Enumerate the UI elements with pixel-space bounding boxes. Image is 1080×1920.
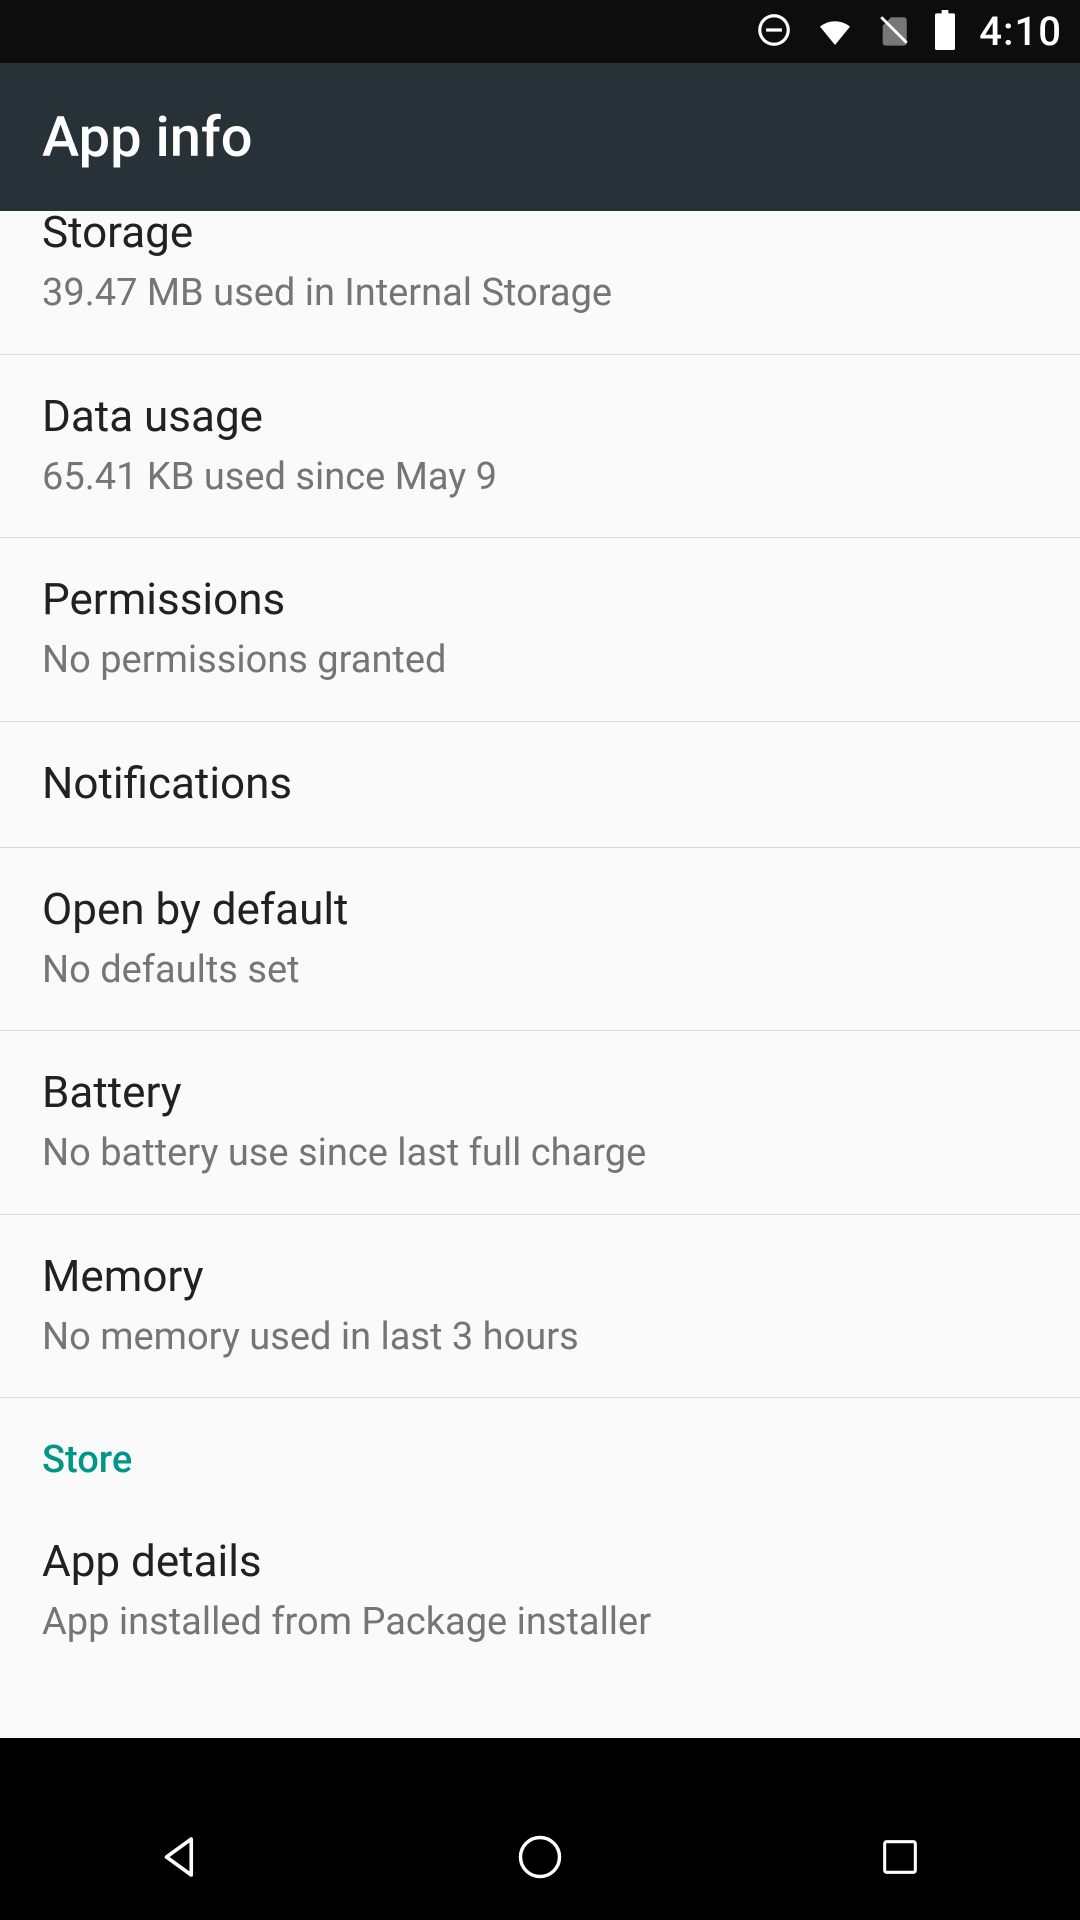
list-item-app-details[interactable]: App details App installed from Package i… (0, 1500, 1080, 1683)
list-item-battery[interactable]: Battery No battery use since last full c… (0, 1031, 1080, 1215)
item-subtitle: No memory used in last 3 hours (42, 1314, 1038, 1362)
item-title: Permissions (42, 572, 1038, 627)
nav-recent-button[interactable] (864, 1821, 936, 1893)
wifi-icon (815, 10, 855, 54)
item-subtitle: App installed from Package installer (42, 1599, 1038, 1647)
item-title: Data usage (42, 389, 1038, 444)
navigation-bar (0, 1794, 1080, 1920)
item-subtitle: 39.47 MB used in Internal Storage (42, 270, 1038, 318)
letterbox (0, 1738, 1080, 1794)
home-icon (514, 1831, 566, 1883)
list-item-data-usage[interactable]: Data usage 65.41 KB used since May 9 (0, 355, 1080, 539)
item-subtitle: No defaults set (42, 947, 1038, 995)
item-title: Open by default (42, 882, 1038, 937)
item-title: Notifications (42, 756, 1038, 811)
list-item-memory[interactable]: Memory No memory used in last 3 hours (0, 1215, 1080, 1399)
item-title: Memory (42, 1249, 1038, 1304)
list-item-open-by-default[interactable]: Open by default No defaults set (0, 848, 1080, 1032)
list-item-permissions[interactable]: Permissions No permissions granted (0, 538, 1080, 722)
section-label: Store (42, 1438, 1038, 1482)
recent-apps-icon (877, 1834, 923, 1880)
status-bar: 4:10 (0, 0, 1080, 63)
section-header-store: Store (0, 1398, 1080, 1500)
item-subtitle: 65.41 KB used since May 9 (42, 454, 1038, 502)
do-not-disturb-icon (755, 11, 793, 53)
status-clock: 4:10 (979, 8, 1062, 55)
battery-icon (933, 10, 957, 54)
app-bar: App info (0, 63, 1080, 211)
list-item-storage[interactable]: Storage 39.47 MB used in Internal Storag… (0, 211, 1080, 355)
item-title: Storage (42, 211, 1038, 260)
item-title: App details (42, 1534, 1038, 1589)
back-icon (153, 1830, 207, 1884)
page-title: App info (42, 104, 253, 170)
list-item-notifications[interactable]: Notifications (0, 722, 1080, 848)
nav-home-button[interactable] (504, 1821, 576, 1893)
nav-back-button[interactable] (144, 1821, 216, 1893)
item-title: Battery (42, 1065, 1038, 1120)
settings-list: Storage 39.47 MB used in Internal Storag… (0, 211, 1080, 1738)
item-subtitle: No battery use since last full charge (42, 1130, 1038, 1178)
item-subtitle: No permissions granted (42, 637, 1038, 685)
no-sim-icon (877, 13, 911, 51)
